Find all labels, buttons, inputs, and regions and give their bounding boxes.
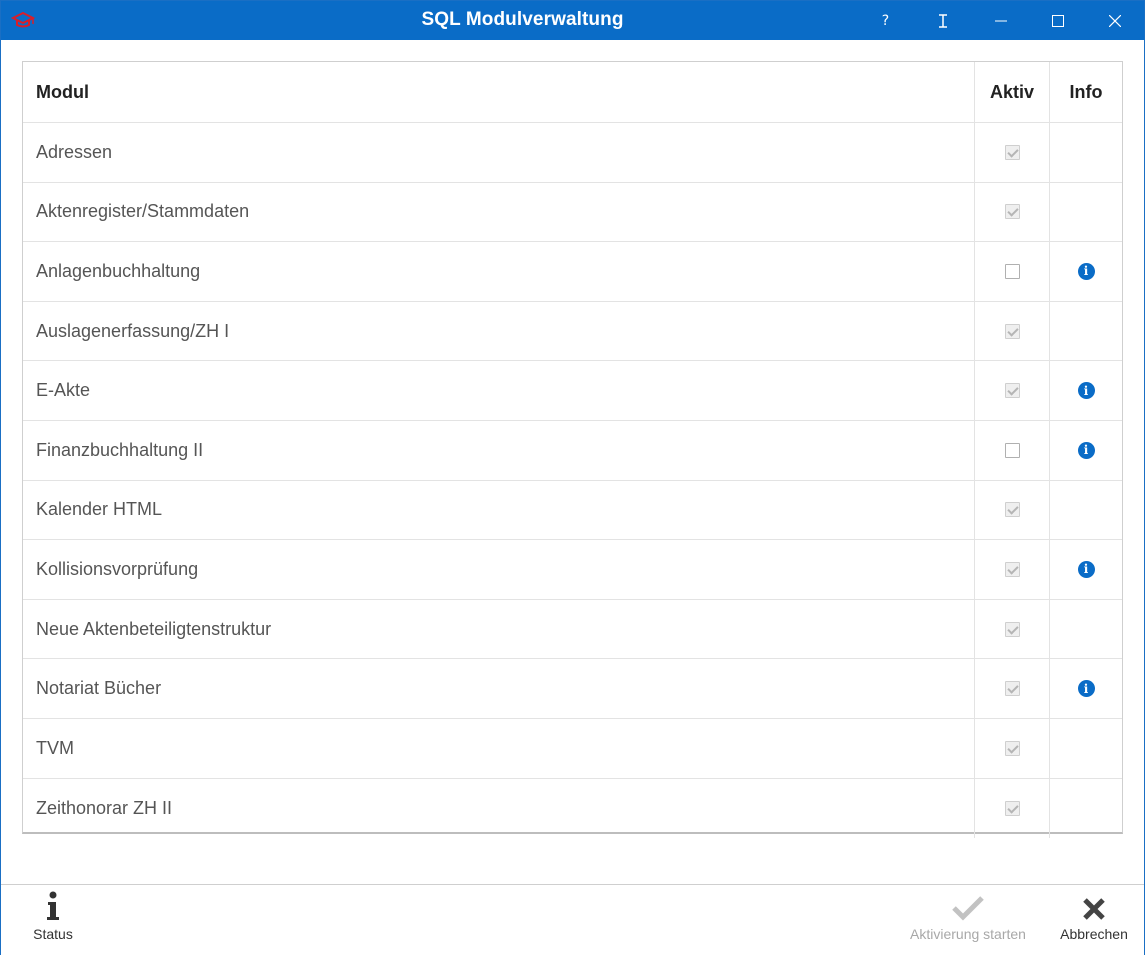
text-cursor-icon: [938, 13, 947, 28]
table-row[interactable]: E-Akte i: [23, 361, 1122, 421]
table-row[interactable]: TVM: [23, 719, 1122, 779]
column-header-modul[interactable]: Modul: [23, 62, 975, 122]
aktiv-cell: [975, 540, 1050, 599]
x-cancel-icon: [1083, 898, 1105, 920]
module-name-cell: Zeithonorar ZH II: [23, 778, 975, 839]
table-row[interactable]: Neue Aktenbeteiligtenstruktur: [23, 599, 1122, 660]
column-header-info[interactable]: Info: [1050, 62, 1122, 122]
table-row[interactable]: Kalender HTML: [23, 480, 1122, 541]
info-cell: [1050, 123, 1122, 182]
module-name-cell: Anlagenbuchhaltung: [23, 242, 975, 301]
table-row[interactable]: Anlagenbuchhaltung i: [23, 242, 1122, 302]
info-icon[interactable]: i: [1077, 680, 1095, 698]
aktiv-checkbox: [1004, 383, 1020, 399]
info-cell: [1050, 719, 1122, 778]
info-cell: i: [1050, 361, 1122, 420]
module-name-cell: Kollisionsvorprüfung: [23, 540, 975, 599]
module-name-cell: Kalender HTML: [23, 480, 975, 540]
info-cell: [1050, 302, 1122, 361]
info-cell: [1050, 779, 1122, 839]
aktiv-checkbox: [1004, 561, 1020, 577]
table-row[interactable]: Kollisionsvorprüfung i: [23, 540, 1122, 600]
aktiv-cell: [975, 182, 1050, 242]
checkmark-icon: [952, 896, 984, 921]
info-icon[interactable]: i: [1077, 441, 1095, 459]
text-cursor-button[interactable]: [914, 1, 971, 40]
info-cell: i: [1050, 540, 1122, 599]
info-cell: [1050, 600, 1122, 659]
module-name-cell: E-Akte: [23, 361, 975, 420]
column-header-aktiv[interactable]: Aktiv: [975, 62, 1050, 122]
aktiv-cell: [975, 361, 1050, 420]
module-name-cell: Notariat Bücher: [23, 659, 975, 718]
table-row[interactable]: Adressen: [23, 123, 1122, 183]
info-cell: i: [1050, 659, 1122, 718]
help-label: ?: [881, 12, 890, 29]
module-name-cell: Adressen: [23, 123, 975, 182]
module-name-cell: Neue Aktenbeteiligtenstruktur: [23, 599, 975, 659]
start-activation-label: Aktivierung starten: [910, 926, 1026, 942]
status-label: Status: [33, 926, 73, 942]
cancel-button[interactable]: Abbrechen: [1053, 885, 1135, 955]
info-i-icon: [47, 891, 59, 920]
cancel-label: Abbrechen: [1060, 926, 1128, 942]
table-header-row: Modul Aktiv Info: [23, 62, 1122, 123]
info-icon[interactable]: i: [1077, 560, 1095, 578]
help-button[interactable]: ?: [857, 1, 914, 40]
aktiv-checkbox: [1004, 621, 1020, 637]
info-cell: i: [1050, 242, 1122, 301]
close-button[interactable]: [1086, 1, 1143, 40]
aktiv-checkbox: [1004, 204, 1020, 220]
aktiv-checkbox: [1004, 740, 1020, 756]
aktiv-cell: [975, 778, 1050, 839]
status-button[interactable]: Status: [23, 885, 83, 955]
aktiv-checkbox: [1004, 144, 1020, 160]
aktiv-cell: [975, 123, 1050, 182]
footer-toolbar: Status Aktivierung starten Abbrechen: [1, 884, 1144, 955]
module-name-cell: Aktenregister/Stammdaten: [23, 182, 975, 242]
title-bar: SQL Modulverwaltung ?: [1, 1, 1144, 40]
aktiv-checkbox[interactable]: [1004, 442, 1020, 458]
info-icon[interactable]: i: [1077, 382, 1095, 400]
module-name-cell: Finanzbuchhaltung II: [23, 421, 975, 480]
info-icon[interactable]: i: [1077, 262, 1095, 280]
table-row[interactable]: Auslagenerfassung/ZH I: [23, 301, 1122, 362]
module-table: Modul Aktiv Info Adressen Aktenregister/S…: [22, 61, 1123, 839]
minimize-button[interactable]: [972, 1, 1029, 40]
table-row[interactable]: Notariat Bücher i: [23, 659, 1122, 719]
aktiv-cell: [975, 480, 1050, 540]
aktiv-checkbox: [1004, 323, 1020, 339]
table-row[interactable]: Aktenregister/Stammdaten: [23, 182, 1122, 243]
module-name-cell: TVM: [23, 719, 975, 778]
close-icon: [1108, 14, 1121, 27]
aktiv-cell: [975, 719, 1050, 778]
minimize-icon: [994, 20, 1007, 21]
aktiv-checkbox: [1004, 800, 1020, 816]
info-cell: [1050, 481, 1122, 540]
module-management-window: SQL Modulverwaltung ? Modul Aktiv Info A…: [0, 0, 1145, 955]
maximize-icon: [1051, 14, 1064, 27]
aktiv-checkbox[interactable]: [1004, 263, 1020, 279]
module-name-cell: Auslagenerfassung/ZH I: [23, 301, 975, 361]
info-cell: [1050, 183, 1122, 242]
aktiv-cell: [975, 242, 1050, 301]
maximize-button[interactable]: [1029, 1, 1086, 40]
aktiv-checkbox: [1004, 502, 1020, 518]
aktiv-cell: [975, 599, 1050, 659]
aktiv-cell: [975, 421, 1050, 480]
aktiv-checkbox: [1004, 681, 1020, 697]
aktiv-cell: [975, 659, 1050, 718]
info-cell: i: [1050, 421, 1122, 480]
table-row[interactable]: Finanzbuchhaltung II i: [23, 421, 1122, 481]
table-row[interactable]: Zeithonorar ZH II: [23, 778, 1122, 839]
start-activation-button[interactable]: Aktivierung starten: [897, 885, 1039, 955]
aktiv-cell: [975, 301, 1050, 361]
